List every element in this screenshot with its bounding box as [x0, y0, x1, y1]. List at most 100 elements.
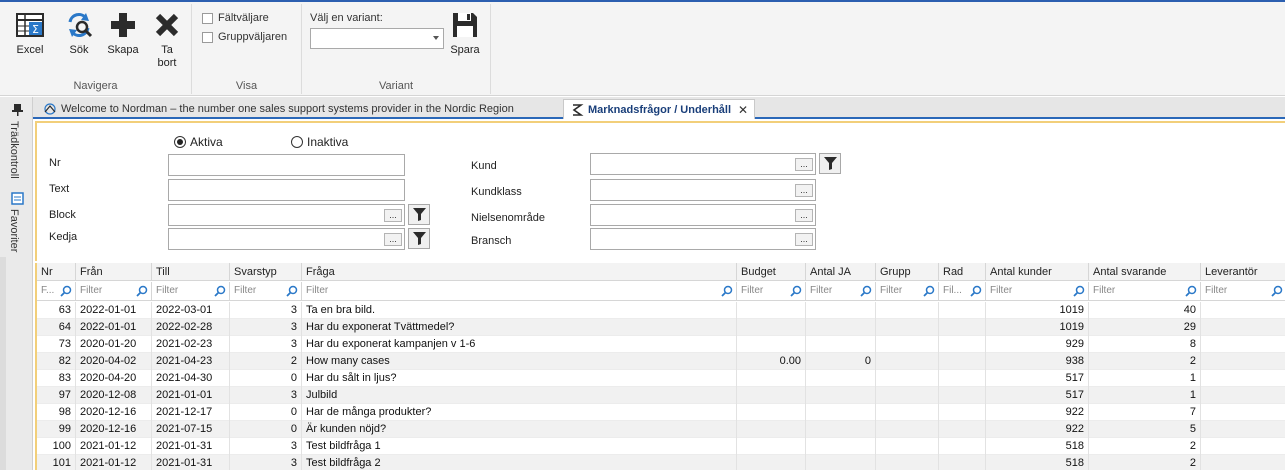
table-row[interactable]: 82 2020-04-02 2021-04-23 2 How many cases 0.0… — [37, 353, 1285, 370]
variant-select[interactable] — [310, 28, 444, 49]
col-grupp-header[interactable]: Grupp — [876, 263, 939, 281]
group-picker-checkbox[interactable]: Gruppväljaren — [202, 31, 287, 43]
lookup-button[interactable]: ... — [384, 233, 402, 246]
col-till-filter[interactable]: Filter — [152, 282, 230, 301]
col-grupp-filter[interactable]: Filter — [876, 282, 939, 301]
lookup-button[interactable]: ... — [384, 209, 402, 222]
search-button[interactable]: Sök — [59, 10, 99, 57]
label-nr: Nr — [49, 157, 61, 169]
input-nielsenomrade[interactable]: ... — [590, 204, 816, 226]
search-icon[interactable] — [214, 285, 226, 297]
radio-inaktiva[interactable]: Inaktiva — [291, 135, 348, 149]
pin-icon[interactable] — [11, 103, 24, 116]
search-icon[interactable] — [790, 285, 802, 297]
col-fran-cell: 2020-04-02 — [76, 353, 152, 370]
col-antal-kunder-header[interactable]: Antal kunder — [986, 263, 1089, 281]
table-row[interactable]: 63 2022-01-01 2022-03-01 3 Ta en bra bild. 10… — [37, 302, 1285, 319]
col-leverantor-cell — [1201, 421, 1285, 438]
lookup-button[interactable]: ... — [795, 184, 813, 197]
col-svarstyp-filter[interactable]: Filter — [230, 282, 302, 301]
search-icon[interactable] — [1073, 285, 1085, 297]
col-rad-cell — [939, 319, 986, 336]
col-nr-header[interactable]: Nr — [37, 263, 76, 281]
side-tab-tree[interactable]: Trädkontroll — [8, 121, 20, 179]
search-icon[interactable] — [286, 285, 298, 297]
table-row[interactable]: 64 2022-01-01 2022-02-28 3 Har du exponerat … — [37, 319, 1285, 336]
field-picker-checkbox[interactable]: Fältväljare — [202, 12, 269, 24]
search-icon[interactable] — [721, 285, 733, 297]
col-antal-kunder-filter[interactable]: Filter — [986, 282, 1089, 301]
filter-placeholder: Filter — [810, 285, 833, 296]
col-fran-header[interactable]: Från — [76, 263, 152, 281]
col-antal-svarande-header[interactable]: Antal svarande — [1089, 263, 1201, 281]
checkbox-box[interactable] — [202, 31, 213, 43]
field-picker-label: Fältväljare — [218, 12, 269, 24]
radio-aktiva[interactable]: Aktiva — [174, 135, 223, 149]
filter-button-block[interactable] — [408, 204, 430, 225]
input-block[interactable]: ... — [168, 204, 405, 226]
input-bransch[interactable]: ... — [590, 228, 816, 250]
close-tab-icon[interactable]: ✕ — [738, 103, 748, 117]
radio-button[interactable] — [174, 136, 186, 148]
side-tab-favorites[interactable]: Favoriter — [8, 209, 20, 252]
table-row[interactable]: 73 2020-01-20 2021-02-23 3 Har du exponerat … — [37, 336, 1285, 353]
table-row[interactable]: 97 2020-12-08 2021-01-01 3 Julbild 517 1 — [37, 387, 1285, 404]
col-fran-filter[interactable]: Filter — [76, 282, 152, 301]
col-antal-ja-header[interactable]: Antal JA — [806, 263, 876, 281]
col-rad-filter[interactable]: Fil... — [939, 282, 986, 301]
table-row[interactable]: 83 2020-04-20 2021-04-30 0 Har du sålt in lj… — [37, 370, 1285, 387]
search-icon[interactable] — [970, 285, 982, 297]
table-row[interactable]: 101 2021-01-12 2021-01-31 3 Test bildfråga 2… — [37, 455, 1285, 470]
col-budget-cell — [737, 455, 806, 470]
col-till-header[interactable]: Till — [152, 263, 230, 281]
col-fraga-filter[interactable]: Filter — [302, 282, 737, 301]
col-budget-header[interactable]: Budget — [737, 263, 806, 281]
search-icon[interactable] — [1185, 285, 1197, 297]
lookup-button[interactable]: ... — [795, 209, 813, 222]
side-strip — [0, 257, 6, 470]
col-nr-filter[interactable]: F... — [37, 282, 76, 301]
col-rad-header[interactable]: Rad — [939, 263, 986, 281]
col-rad-cell — [939, 353, 986, 370]
tab-welcome[interactable]: Welcome to Nordman – the number one sale… — [37, 99, 559, 119]
filter-button-kedja[interactable] — [408, 228, 430, 249]
input-kundklass[interactable]: ... — [590, 179, 816, 201]
search-icon[interactable] — [136, 285, 148, 297]
col-budget-filter[interactable]: Filter — [737, 282, 806, 301]
filter-button-kund[interactable] — [819, 153, 841, 174]
checkbox-box[interactable] — [202, 12, 213, 24]
col-leverantor-header[interactable]: Leverantör — [1201, 263, 1285, 281]
filter-placeholder: Filter — [1093, 285, 1116, 296]
radio-button[interactable] — [291, 136, 303, 148]
col-antal-kunder-cell: 922 — [986, 421, 1089, 438]
delete-button[interactable]: Ta bort — [147, 10, 187, 70]
search-icon[interactable] — [860, 285, 872, 297]
save-button[interactable]: Spara — [445, 10, 485, 57]
col-antal-svarande-filter[interactable]: Filter — [1089, 282, 1201, 301]
table-row[interactable]: 99 2020-12-16 2021-07-15 0 Är kunden nöjd? 92… — [37, 421, 1285, 438]
col-antal-ja-filter[interactable]: Filter — [806, 282, 876, 301]
search-icon[interactable] — [60, 285, 72, 297]
col-rad-cell — [939, 336, 986, 353]
col-till-cell: 2021-12-17 — [152, 404, 230, 421]
table-row[interactable]: 100 2021-01-12 2021-01-31 3 Test bildfråga 1… — [37, 438, 1285, 455]
col-svarstyp-cell: 3 — [230, 438, 302, 455]
create-button[interactable]: Skapa — [103, 10, 143, 57]
col-leverantor-filter[interactable]: Filter — [1201, 282, 1285, 301]
lookup-button[interactable]: ... — [795, 158, 813, 171]
input-nr[interactable] — [168, 154, 405, 176]
input-text[interactable] — [168, 179, 405, 201]
search-icon[interactable] — [1271, 285, 1283, 297]
excel-button[interactable]: Σ Excel — [10, 10, 50, 57]
delete-button-label: Ta bort — [157, 44, 177, 69]
col-till-cell: 2021-04-23 — [152, 353, 230, 370]
tab-marknadsfragor[interactable]: Marknadsfrågor / Underhåll ✕ — [563, 99, 755, 119]
chevron-down-icon — [433, 36, 439, 40]
input-kedja[interactable]: ... — [168, 228, 405, 250]
lookup-button[interactable]: ... — [795, 233, 813, 246]
col-fraga-header[interactable]: Fråga — [302, 263, 737, 281]
table-row[interactable]: 98 2020-12-16 2021-12-17 0 Har de många prod… — [37, 404, 1285, 421]
col-svarstyp-header[interactable]: Svarstyp — [230, 263, 302, 281]
input-kund[interactable]: ... — [590, 153, 816, 175]
search-icon[interactable] — [923, 285, 935, 297]
